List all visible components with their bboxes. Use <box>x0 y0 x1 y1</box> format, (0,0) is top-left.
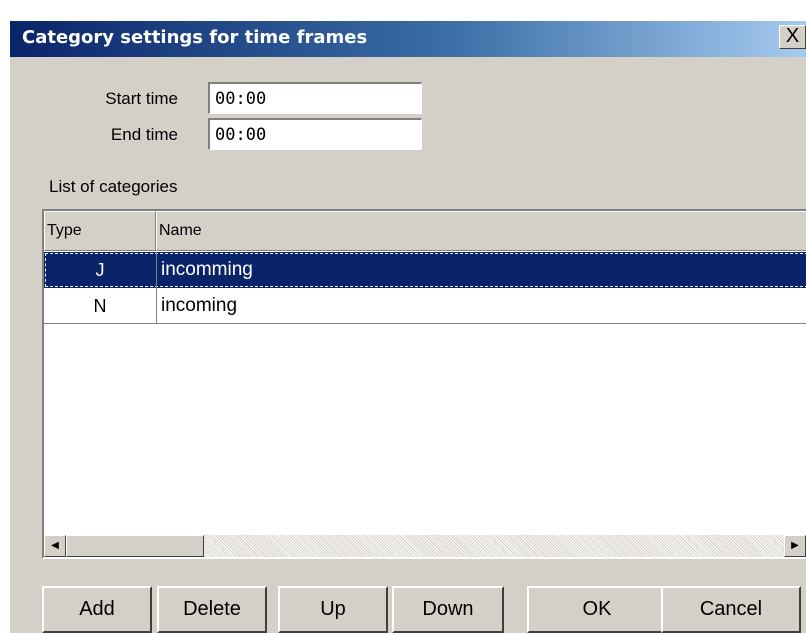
row-name-cell: incomming <box>156 252 253 288</box>
ok-button[interactable]: OK <box>527 586 667 633</box>
down-button[interactable]: Down <box>392 586 504 633</box>
scroll-right-button[interactable]: ▶ <box>784 535 806 557</box>
end-time-input[interactable]: 00:00 <box>208 118 422 150</box>
title-bar[interactable]: Category settings for time frames X <box>10 21 806 57</box>
row-type-cell: N <box>93 296 107 316</box>
categories-list-label: List of categories <box>49 177 178 196</box>
list-row-selected[interactable]: J incomming <box>44 252 806 288</box>
start-time-label: Start time <box>105 89 178 108</box>
scroll-thumb[interactable] <box>66 535 204 557</box>
arrow-left-icon: ◀ <box>51 540 59 551</box>
delete-button[interactable]: Delete <box>157 586 267 633</box>
end-time-label: End time <box>110 125 178 144</box>
close-button[interactable]: X <box>779 25 806 49</box>
dialog-title: Category settings for time frames <box>22 27 368 48</box>
add-button[interactable]: Add <box>42 586 152 633</box>
row-name-cell: incoming <box>156 288 237 324</box>
row-type-cell: J <box>95 260 105 280</box>
list-row[interactable]: N incoming <box>44 288 806 324</box>
scroll-left-button[interactable]: ◀ <box>44 535 66 557</box>
cancel-button[interactable]: Cancel <box>661 586 801 633</box>
column-header-name[interactable]: Name <box>156 211 806 251</box>
horizontal-scrollbar[interactable]: ◀ ▶ <box>44 535 806 557</box>
arrow-right-icon: ▶ <box>791 540 799 551</box>
up-button[interactable]: Up <box>278 586 388 633</box>
column-header-type[interactable]: Type <box>44 211 156 251</box>
start-time-input[interactable]: 00:00 <box>208 82 422 114</box>
category-settings-dialog: Category settings for time frames X Star… <box>8 19 806 633</box>
close-icon: X <box>785 25 800 47</box>
list-header: Type Name <box>44 211 806 251</box>
categories-list[interactable]: Type Name J incomming N incoming ◀ ▶ <box>42 209 806 559</box>
